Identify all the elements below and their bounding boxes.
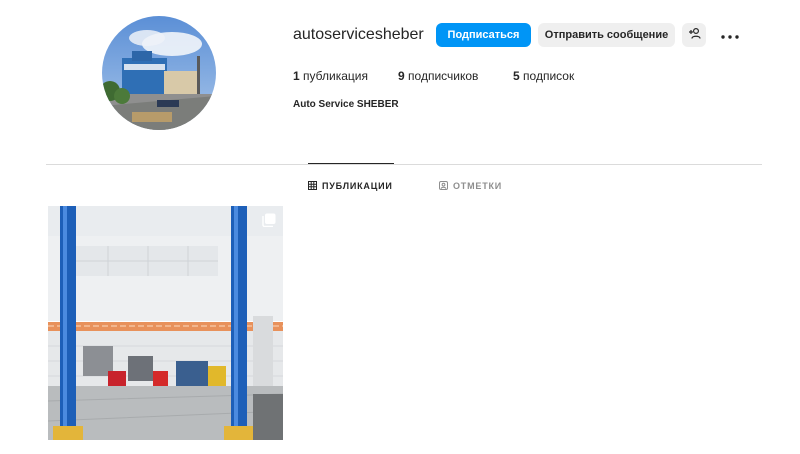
- posts-count-value: 1: [293, 69, 300, 83]
- tab-posts-label: ПУБЛИКАЦИИ: [322, 181, 393, 191]
- followers-count-value: 9: [398, 69, 405, 83]
- section-divider: [46, 164, 762, 165]
- following-count-value: 5: [513, 69, 520, 83]
- profile-avatar[interactable]: [102, 16, 216, 130]
- grid-icon: [308, 180, 322, 192]
- multiple-photos-icon: [262, 213, 276, 232]
- tab-tagged[interactable]: ОТМЕТКИ: [439, 178, 502, 194]
- posts-count-label: публикация: [303, 69, 368, 83]
- more-options-button[interactable]: [716, 23, 744, 47]
- followers-count-label: подписчиков: [408, 69, 479, 83]
- posts-count: 1 публикация: [293, 68, 368, 84]
- following-count[interactable]: 5 подписок: [513, 68, 574, 84]
- more-horizontal-icon: [721, 26, 739, 44]
- profile-username: autoservicesheber: [293, 26, 424, 43]
- profile-full-name: Auto Service SHEBER: [293, 99, 399, 110]
- followers-count[interactable]: 9 подписчиков: [398, 68, 478, 84]
- active-tab-indicator: [308, 163, 394, 164]
- post-thumbnail[interactable]: [48, 206, 283, 440]
- post-image: [48, 206, 283, 440]
- following-count-label: подписок: [523, 69, 575, 83]
- tagged-icon: [439, 180, 453, 192]
- avatar-image: [102, 16, 216, 130]
- suggested-users-button[interactable]: [682, 23, 706, 47]
- tab-tagged-label: ОТМЕТКИ: [453, 181, 503, 191]
- send-message-button[interactable]: Отправить сообщение: [538, 23, 675, 47]
- tab-posts[interactable]: ПУБЛИКАЦИИ: [308, 178, 393, 194]
- follow-button[interactable]: Подписаться: [436, 23, 531, 47]
- person-add-icon: [688, 27, 701, 42]
